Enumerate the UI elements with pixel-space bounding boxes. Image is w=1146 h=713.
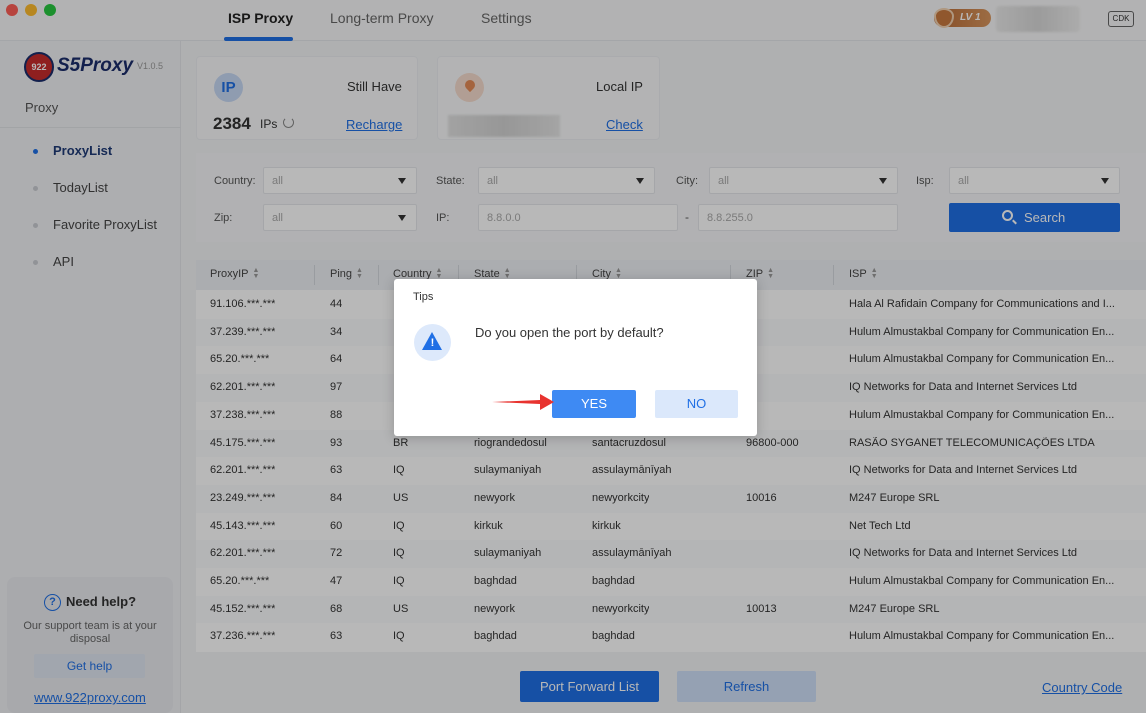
dialog-message: Do you open the port by default?	[475, 325, 664, 340]
yes-button[interactable]: YES	[552, 390, 636, 418]
dialog-title: Tips	[413, 291, 434, 303]
warning-icon: !	[414, 324, 451, 361]
no-button[interactable]: NO	[655, 390, 738, 418]
tips-dialog: Tips ! Do you open the port by default? …	[394, 279, 757, 436]
red-arrow-annotation	[492, 394, 554, 410]
